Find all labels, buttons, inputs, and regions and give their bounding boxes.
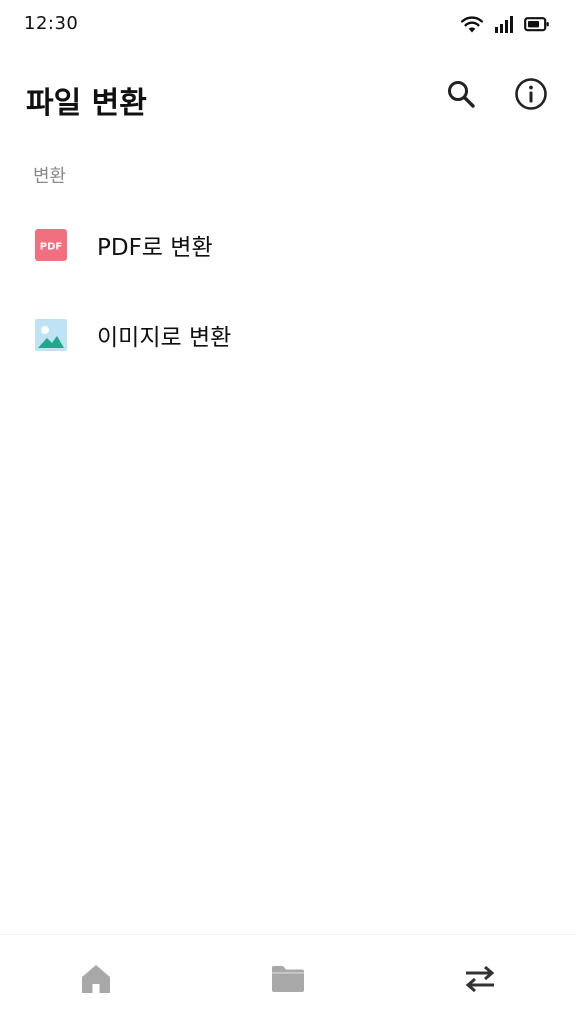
- signal-icon: [494, 14, 514, 38]
- swap-icon: [462, 963, 498, 999]
- image-icon: [35, 319, 67, 351]
- nav-convert[interactable]: [456, 957, 504, 1005]
- pdf-icon-text: PDF: [40, 242, 62, 253]
- nav-home[interactable]: [72, 957, 120, 1005]
- convert-to-pdf-label: PDF로 변환: [97, 235, 213, 261]
- info-button[interactable]: [509, 74, 553, 118]
- search-button[interactable]: [439, 74, 483, 118]
- home-icon: [79, 962, 113, 1000]
- nav-files[interactable]: [264, 957, 312, 1005]
- app-bar: 파일 변환: [0, 60, 576, 132]
- convert-to-image-label: 이미지로 변환: [97, 325, 232, 351]
- status-bar: 12:30: [0, 0, 576, 48]
- page-title: 파일 변환: [26, 86, 147, 121]
- pdf-icon: PDF: [35, 229, 67, 261]
- battery-icon: [524, 14, 550, 38]
- status-time: 12:30: [24, 13, 79, 34]
- bottom-nav: [0, 934, 576, 1024]
- convert-to-image-item[interactable]: 이미지로 변환: [0, 290, 576, 380]
- convert-to-pdf-item[interactable]: PDF PDF로 변환: [0, 200, 576, 290]
- wifi-icon: [460, 14, 484, 38]
- info-icon: [514, 77, 548, 115]
- search-icon: [445, 78, 477, 114]
- status-icons: [460, 14, 550, 38]
- section-header: 변환: [33, 166, 67, 187]
- folder-icon: [270, 963, 306, 999]
